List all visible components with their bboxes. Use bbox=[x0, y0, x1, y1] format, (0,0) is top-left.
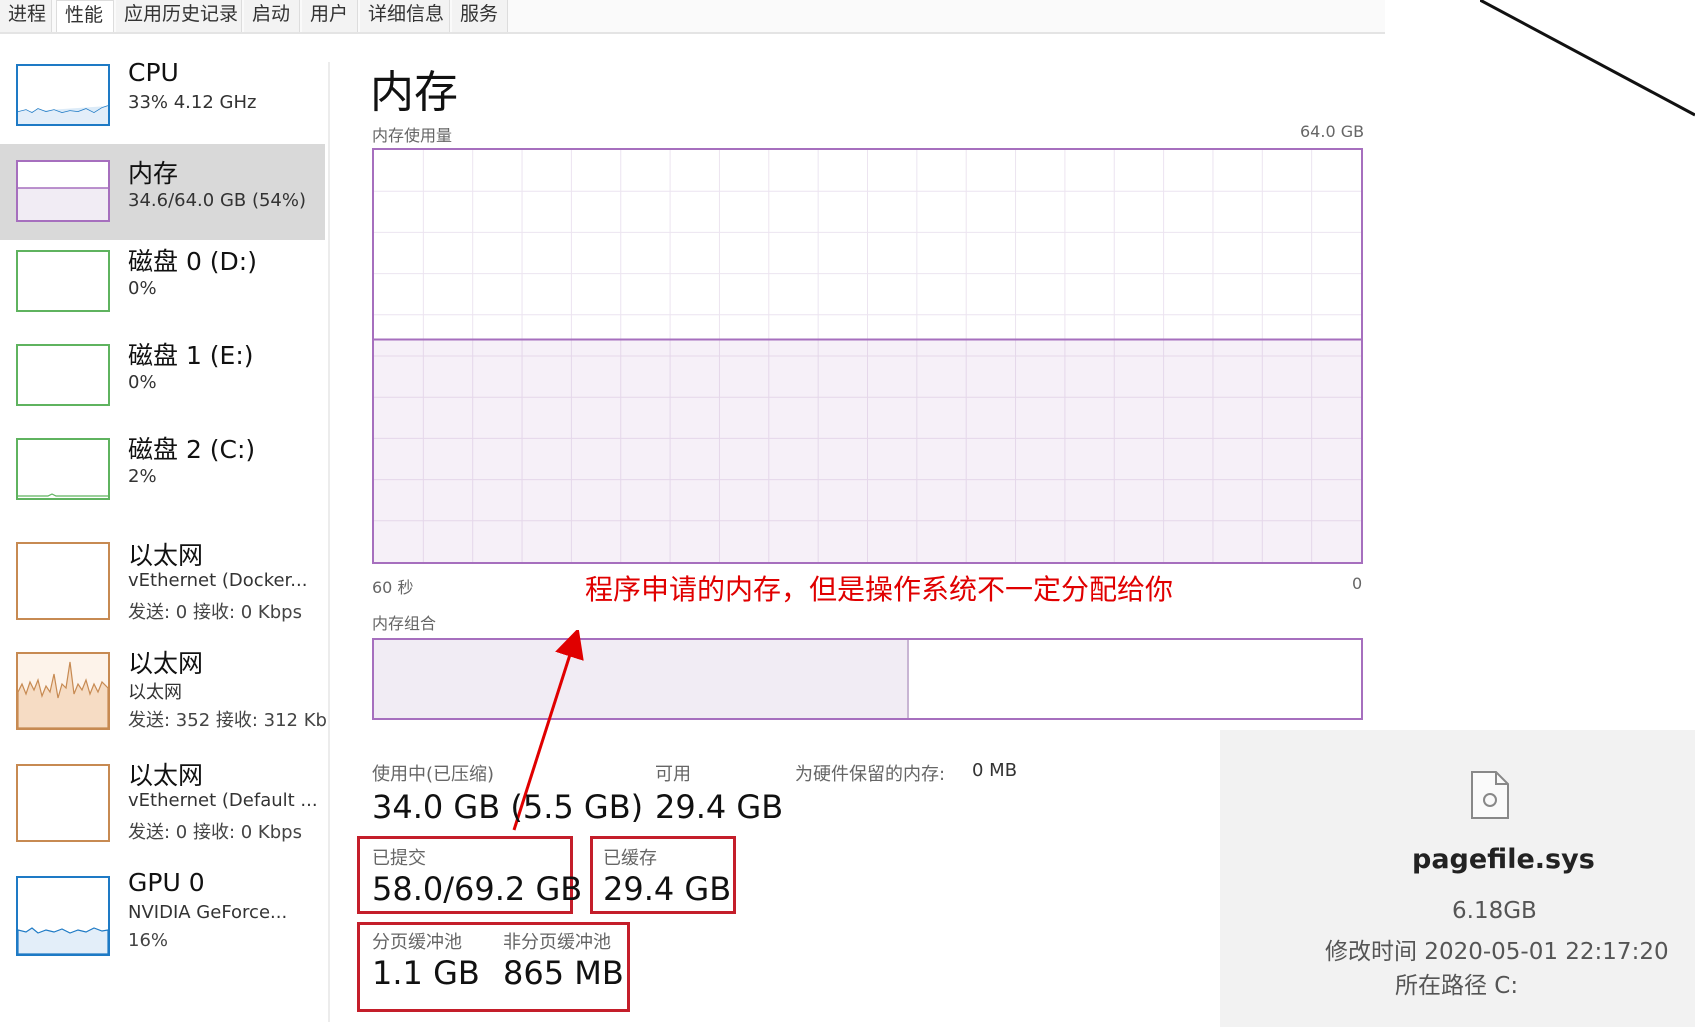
sidebar-item-title: 磁盘 1 (E:) bbox=[128, 341, 254, 370]
sidebar-item-title: GPU 0 bbox=[128, 868, 205, 897]
usage-chart-label: 内存使用量 bbox=[372, 126, 453, 145]
sidebar-item-subtitle: 34.6/64.0 GB (54%) bbox=[128, 190, 307, 211]
sidebar: CPU 33% 4.12 GHz 内存 34.6/64.0 GB (54%) 磁… bbox=[0, 56, 330, 1016]
sidebar-item-title: 内存 bbox=[128, 159, 179, 188]
ethernet-graph-thumbnail bbox=[16, 542, 110, 620]
sidebar-item-memory[interactable]: 内存 34.6/64.0 GB (54%) bbox=[0, 144, 325, 240]
disk1-graph-thumbnail bbox=[16, 344, 110, 406]
sidebar-item-subtitle: vEthernet (Docker... bbox=[128, 570, 308, 591]
cached-value: 29.4 GB bbox=[603, 870, 732, 908]
annotation-text: 程序申请的内存，但是操作系统不一定分配给你 bbox=[585, 573, 1174, 606]
sidebar-item-disk1[interactable]: 磁盘 1 (E:) 0% bbox=[0, 328, 325, 424]
sidebar-divider bbox=[328, 62, 330, 1022]
tab-app-history[interactable]: 应用历史记录 bbox=[116, 0, 242, 32]
paged-pool-label: 分页缓冲池 bbox=[372, 932, 462, 953]
in-use-value: 34.0 GB (5.5 GB) bbox=[372, 788, 644, 826]
memory-usage-plot bbox=[374, 150, 1361, 562]
sidebar-item-subtitle: 2% bbox=[128, 466, 157, 487]
chart-time-right: 0 bbox=[1352, 574, 1363, 593]
usage-chart-max: 64.0 GB bbox=[1300, 122, 1365, 141]
disk0-graph-thumbnail bbox=[16, 250, 110, 312]
nonpaged-pool-value: 865 MB bbox=[503, 954, 624, 992]
tab-bar: 进程 性能 应用历史记录 启动 用户 详细信息 服务 bbox=[0, 0, 1385, 34]
sidebar-item-title: 以太网 bbox=[128, 761, 204, 790]
tab-performance[interactable]: 性能 bbox=[56, 0, 114, 32]
committed-label: 已提交 bbox=[372, 848, 426, 869]
hardware-reserved-label: 为硬件保留的内存: bbox=[795, 764, 946, 785]
memory-graph-thumbnail bbox=[16, 160, 110, 222]
sidebar-item-disk2[interactable]: 磁盘 2 (C:) 2% bbox=[0, 424, 325, 520]
file-info-panel: pagefile.sys 6.18GB 修改时间 2020-05-01 22:1… bbox=[1220, 730, 1695, 1027]
file-icon bbox=[1471, 771, 1509, 819]
available-label: 可用 bbox=[655, 764, 691, 785]
sidebar-item-title: 以太网 bbox=[128, 541, 204, 570]
sidebar-item-title: CPU bbox=[128, 58, 179, 87]
sidebar-item-subtitle: 以太网 bbox=[128, 682, 182, 703]
file-size: 6.18GB bbox=[1452, 898, 1537, 924]
ethernet-graph-thumbnail bbox=[16, 764, 110, 842]
sidebar-item-ethernet[interactable]: 以太网 以太网 发送: 352 接收: 312 Kb bbox=[0, 638, 327, 746]
cpu-graph-thumbnail bbox=[16, 64, 110, 126]
file-path: 所在路径 C: bbox=[1395, 973, 1519, 999]
sidebar-item-utilization: 16% bbox=[128, 930, 169, 951]
composition-in-use bbox=[374, 640, 909, 718]
file-modified: 修改时间 2020-05-01 22:17:20 bbox=[1325, 939, 1669, 965]
tab-services[interactable]: 服务 bbox=[452, 0, 508, 32]
decorative-line bbox=[1480, 0, 1695, 117]
sidebar-item-throughput: 发送: 0 接收: 0 Kbps bbox=[128, 602, 302, 623]
committed-value: 58.0/69.2 GB bbox=[372, 870, 583, 908]
gpu-graph-thumbnail bbox=[16, 876, 110, 956]
in-use-label: 使用中(已压缩) bbox=[372, 764, 495, 785]
sidebar-item-title: 以太网 bbox=[128, 649, 204, 678]
paged-pool-value: 1.1 GB bbox=[372, 954, 480, 992]
sidebar-item-gpu[interactable]: GPU 0 NVIDIA GeForce... 16% bbox=[0, 862, 325, 970]
sidebar-item-title: 磁盘 2 (C:) bbox=[128, 435, 256, 464]
sidebar-item-ethernet-default[interactable]: 以太网 vEthernet (Default ... 发送: 0 接收: 0 K… bbox=[0, 750, 325, 858]
sidebar-item-throughput: 发送: 0 接收: 0 Kbps bbox=[128, 822, 302, 843]
disk2-graph-thumbnail bbox=[16, 438, 110, 500]
tab-processes[interactable]: 进程 bbox=[0, 0, 52, 32]
cached-label: 已缓存 bbox=[603, 848, 657, 869]
composition-label: 内存组合 bbox=[372, 614, 437, 633]
sidebar-item-subtitle: vEthernet (Default ... bbox=[128, 790, 318, 811]
sidebar-item-throughput: 发送: 352 接收: 312 Kb bbox=[128, 710, 327, 731]
available-value: 29.4 GB bbox=[655, 788, 784, 826]
memory-usage-chart bbox=[372, 148, 1363, 564]
sidebar-item-subtitle: NVIDIA GeForce... bbox=[128, 902, 288, 923]
sidebar-item-subtitle: 33% 4.12 GHz bbox=[128, 92, 257, 113]
ethernet-active-graph-thumbnail bbox=[16, 652, 110, 730]
nonpaged-pool-label: 非分页缓冲池 bbox=[503, 932, 611, 953]
hardware-reserved-value: 0 MB bbox=[972, 760, 1018, 781]
file-name: pagefile.sys bbox=[1412, 844, 1595, 875]
tab-startup[interactable]: 启动 bbox=[244, 0, 300, 32]
sidebar-item-disk0[interactable]: 磁盘 0 (D:) 0% bbox=[0, 232, 325, 328]
sidebar-item-subtitle: 0% bbox=[128, 278, 157, 299]
sidebar-item-cpu[interactable]: CPU 33% 4.12 GHz bbox=[0, 56, 325, 152]
tab-users[interactable]: 用户 bbox=[302, 0, 358, 32]
memory-usage-area bbox=[374, 339, 1361, 562]
chart-time-left: 60 秒 bbox=[372, 578, 414, 597]
sidebar-item-subtitle: 0% bbox=[128, 372, 157, 393]
page-title: 内存 bbox=[370, 67, 458, 118]
sidebar-item-ethernet-docker[interactable]: 以太网 vEthernet (Docker... 发送: 0 接收: 0 Kbp… bbox=[0, 528, 325, 636]
tab-details[interactable]: 详细信息 bbox=[360, 0, 450, 32]
sidebar-item-title: 磁盘 0 (D:) bbox=[128, 247, 257, 276]
